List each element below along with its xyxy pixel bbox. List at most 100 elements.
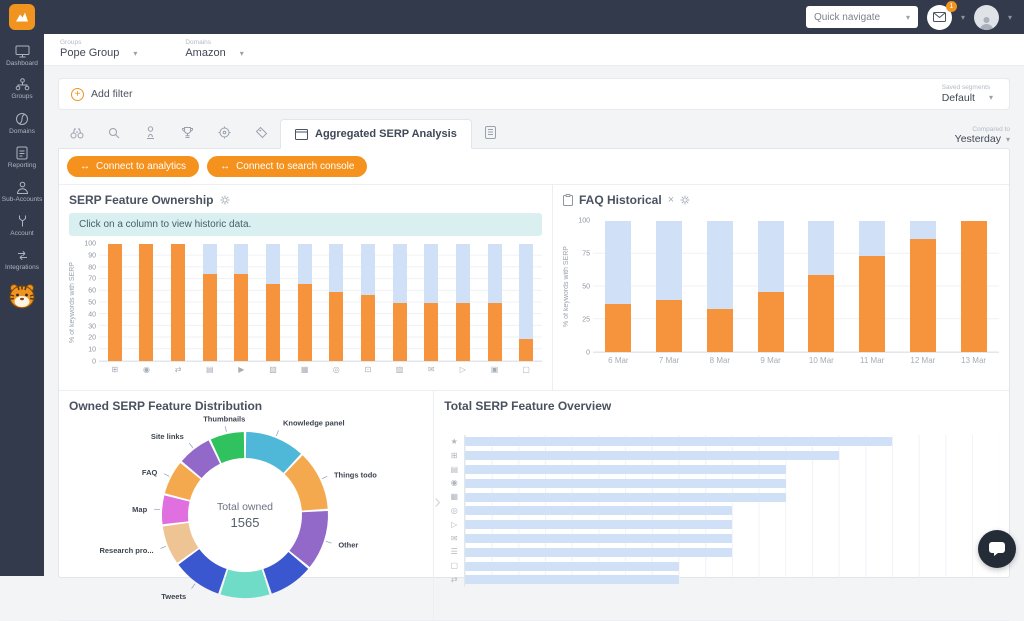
chart-plot-area[interactable] xyxy=(99,244,542,362)
connect-search-console-button[interactable]: ↔ Connect to search console xyxy=(207,156,367,177)
messages-button[interactable]: 1 xyxy=(927,5,952,30)
donut-segment[interactable] xyxy=(189,557,223,581)
gear-icon[interactable] xyxy=(220,195,230,205)
chart-column[interactable] xyxy=(758,221,784,352)
connect-arrows-icon: ↔ xyxy=(80,161,90,172)
chart-column[interactable] xyxy=(139,244,153,361)
chart-column[interactable] xyxy=(361,244,375,361)
chart-column[interactable] xyxy=(234,244,248,361)
hbar-bar[interactable] xyxy=(465,562,679,571)
chart-column[interactable] xyxy=(203,244,217,361)
chart-column[interactable] xyxy=(605,221,631,352)
hbar-bar[interactable] xyxy=(465,479,785,488)
app-logo[interactable] xyxy=(9,4,35,30)
connect-analytics-button[interactable]: ↔ Connect to analytics xyxy=(67,156,199,177)
chart-column[interactable] xyxy=(488,244,502,361)
quick-navigate-label: Quick navigate xyxy=(814,12,880,23)
chart-plot-area[interactable] xyxy=(593,221,999,353)
donut-segment[interactable] xyxy=(224,582,265,585)
donut-label-line xyxy=(326,541,332,543)
chart-column[interactable] xyxy=(910,221,936,352)
group-selector-label: Groups xyxy=(60,39,137,47)
saved-segments-selector[interactable]: Saved segments Default▾ xyxy=(942,84,997,104)
donut-segment[interactable] xyxy=(268,560,299,581)
sidebar-item-reporting[interactable]: Reporting xyxy=(0,141,44,175)
chevron-down-icon: ▾ xyxy=(961,13,965,22)
x-axis-labels: 6 Mar7 Mar8 Mar9 Mar10 Mar11 Mar12 Mar13… xyxy=(593,356,999,365)
sidebar-item-domains[interactable]: Domains xyxy=(0,107,44,141)
tab-notes[interactable] xyxy=(472,126,509,148)
serp-feature-icon: ▤ xyxy=(199,365,221,374)
donut-segment[interactable] xyxy=(177,471,190,497)
hbar-bar[interactable] xyxy=(465,506,732,515)
donut-segment[interactable] xyxy=(294,465,315,510)
tiger-mascot[interactable] xyxy=(7,283,37,309)
faq-historical-card: FAQ Historical × % of keywords with SERP… xyxy=(553,185,1009,391)
chart-column[interactable] xyxy=(329,244,343,361)
hbar-bar[interactable] xyxy=(465,493,785,502)
gear-icon[interactable] xyxy=(680,195,690,205)
chart-column[interactable] xyxy=(707,221,733,352)
sidebar-item-integrations[interactable]: Integrations xyxy=(0,244,44,277)
integrations-icon xyxy=(16,249,29,262)
active-tab-label: Aggregated SERP Analysis xyxy=(315,128,457,140)
chat-launcher-button[interactable] xyxy=(978,530,1016,568)
compared-to-value: Yesterday xyxy=(955,133,1001,146)
chart-column[interactable] xyxy=(298,244,312,361)
chart-column[interactable] xyxy=(519,244,533,361)
tab-tags[interactable] xyxy=(243,126,280,148)
group-selector[interactable]: Groups Pope Group▾ xyxy=(60,39,137,60)
donut-segment[interactable] xyxy=(175,499,177,523)
hbar-bar[interactable] xyxy=(465,520,732,529)
sidebar-item-account[interactable]: Account xyxy=(0,209,44,243)
donut-segment[interactable] xyxy=(300,512,315,559)
compared-to-selector[interactable]: Compared to Yesterday▾ xyxy=(955,126,1010,148)
x-tick-label: 12 Mar xyxy=(906,356,940,365)
close-icon[interactable]: × xyxy=(668,194,674,206)
chart-column[interactable] xyxy=(808,221,834,352)
chart-column[interactable] xyxy=(859,221,885,352)
y-axis-label: % of keywords with SERP xyxy=(563,221,573,353)
user-avatar-button[interactable] xyxy=(974,5,999,30)
add-filter-button[interactable]: + Add filter xyxy=(71,88,132,101)
faq-historical-chart: % of keywords with SERP 0255075100 6 Mar… xyxy=(563,221,999,365)
chart-column[interactable] xyxy=(656,221,682,352)
y-tick: 25 xyxy=(582,317,590,324)
hbar-bar[interactable] xyxy=(465,465,785,474)
chart-column[interactable] xyxy=(266,244,280,361)
tab-landing-pages[interactable] xyxy=(206,126,243,148)
chevron-down-icon: ▾ xyxy=(133,49,137,59)
donut-segment[interactable] xyxy=(176,525,188,556)
sidebar-item-dashboard[interactable]: Dashboard xyxy=(0,40,44,73)
chart-column[interactable] xyxy=(171,244,185,361)
chart-column[interactable] xyxy=(393,244,407,361)
hbar-bar[interactable] xyxy=(465,451,839,460)
donut-segment-label: Site links xyxy=(151,432,184,441)
y-tick: 40 xyxy=(88,311,96,318)
hbar-bar[interactable] xyxy=(465,437,892,446)
sidebar-item-sub-accounts[interactable]: Sub-Accounts xyxy=(0,176,44,209)
chart-column[interactable] xyxy=(108,244,122,361)
chart-column[interactable] xyxy=(961,221,987,352)
tab-aggregated-serp-analysis[interactable]: Aggregated SERP Analysis xyxy=(280,119,472,149)
quick-navigate-select[interactable]: Quick navigate ▾ xyxy=(806,6,918,28)
tab-competitors[interactable] xyxy=(169,126,206,148)
chart-column[interactable] xyxy=(456,244,470,361)
hbar-bar[interactable] xyxy=(465,534,732,543)
chart-column[interactable] xyxy=(424,244,438,361)
tab-compare[interactable] xyxy=(58,127,95,148)
domain-selector-value: Amazon xyxy=(185,47,225,60)
donut-segment[interactable] xyxy=(192,452,215,470)
owned-bar xyxy=(139,244,153,361)
hbar-bar[interactable] xyxy=(465,548,732,557)
sidebar-item-groups[interactable]: Groups xyxy=(0,73,44,106)
tab-keyword-research[interactable] xyxy=(95,127,132,148)
x-tick-label: 11 Mar xyxy=(855,356,889,365)
tab-rank-tracking[interactable] xyxy=(132,126,169,148)
hbar-bar[interactable] xyxy=(465,575,679,584)
donut-segment-label: Thumbnails xyxy=(203,414,245,423)
domain-selector[interactable]: Domains Amazon▾ xyxy=(185,39,243,60)
donut-segment[interactable] xyxy=(216,445,244,451)
donut-segment[interactable] xyxy=(246,445,292,463)
carousel-next-icon[interactable]: › xyxy=(434,491,441,514)
